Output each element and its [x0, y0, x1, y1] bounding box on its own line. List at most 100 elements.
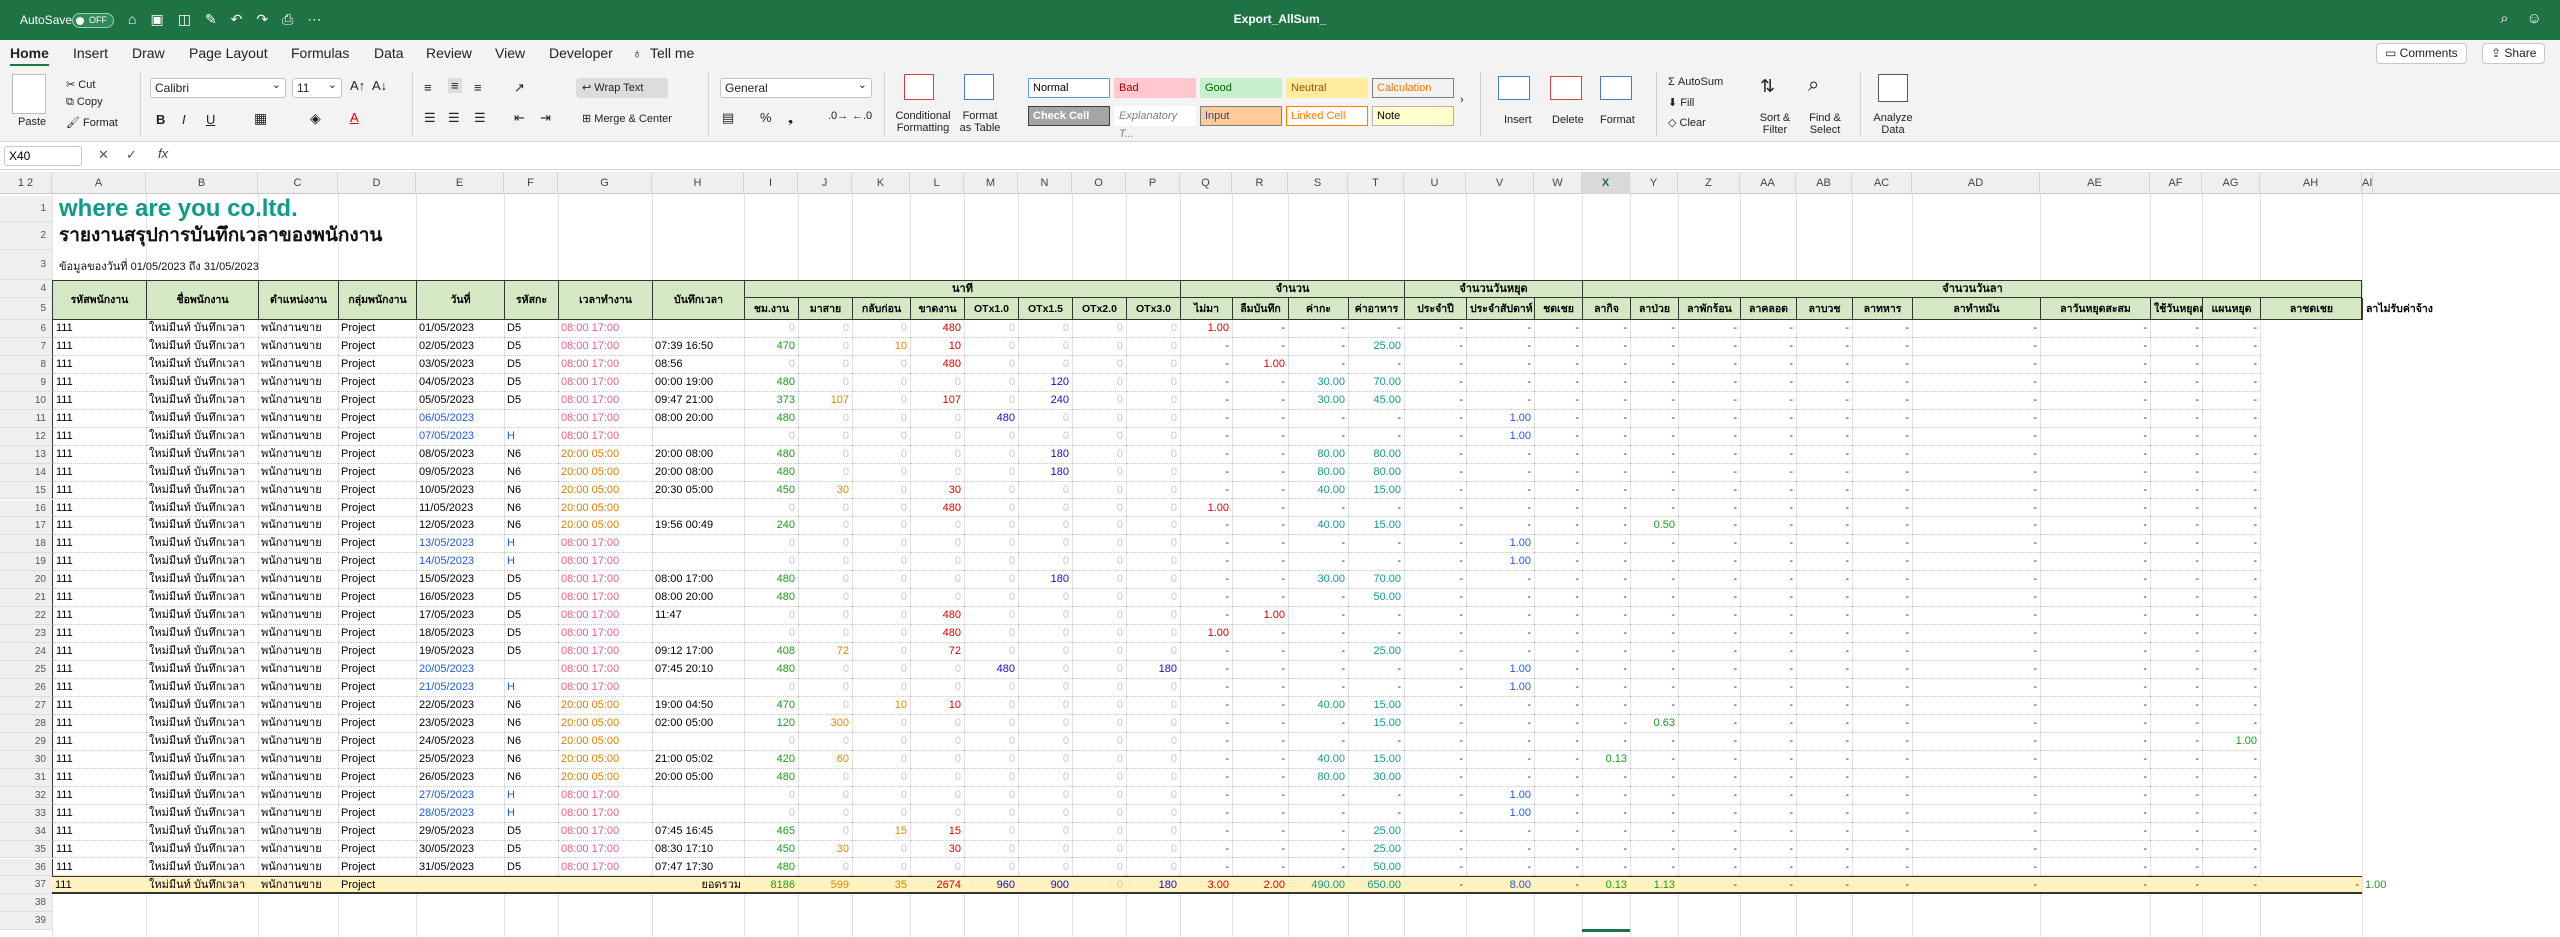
- tab-developer[interactable]: Developer: [549, 45, 613, 61]
- font-color-icon[interactable]: A: [350, 110, 359, 125]
- format-cells-button[interactable]: Format: [1600, 114, 1635, 126]
- column-header[interactable]: H: [652, 172, 744, 194]
- fill-color-icon[interactable]: ◈: [310, 110, 321, 127]
- paste-icon[interactable]: [12, 74, 46, 114]
- row-header[interactable]: 15: [0, 481, 52, 500]
- row-header[interactable]: 23: [0, 625, 52, 644]
- font-shrink-icon[interactable]: A↓: [372, 78, 387, 93]
- find-select-button[interactable]: Find & Select: [1802, 112, 1848, 136]
- formula-input[interactable]: [180, 145, 2550, 167]
- column-header[interactable]: W: [1534, 172, 1582, 194]
- row-header[interactable]: 4: [0, 280, 52, 298]
- column-header[interactable]: U: [1404, 172, 1466, 194]
- row-header[interactable]: 10: [0, 391, 52, 410]
- row-header[interactable]: 26: [0, 679, 52, 697]
- column-header[interactable]: Z: [1678, 172, 1740, 194]
- save-icon[interactable]: ▣: [150, 11, 163, 28]
- cancel-icon[interactable]: ✕: [98, 147, 109, 163]
- tab-draw[interactable]: Draw: [132, 45, 165, 61]
- cell-style-calculation[interactable]: Calculation: [1372, 78, 1454, 98]
- analyze-data-icon[interactable]: [1878, 74, 1908, 102]
- row-header[interactable]: 37: [0, 876, 52, 895]
- row-header[interactable]: 22: [0, 607, 52, 626]
- column-header[interactable]: C: [258, 172, 338, 194]
- cell-style-check-cell[interactable]: Check Cell: [1028, 106, 1110, 126]
- column-header[interactable]: Q: [1180, 172, 1232, 194]
- row-header[interactable]: 11: [0, 409, 52, 428]
- column-header[interactable]: D: [338, 172, 416, 194]
- font-size-select[interactable]: 11: [292, 76, 342, 98]
- column-header[interactable]: AD: [1912, 172, 2040, 194]
- column-header[interactable]: K: [852, 172, 910, 194]
- row-header[interactable]: 19: [0, 553, 52, 572]
- tab-review[interactable]: Review: [426, 45, 472, 61]
- row-header[interactable]: 12: [0, 427, 52, 446]
- tab-insert[interactable]: Insert: [73, 45, 108, 61]
- format-table-button[interactable]: Format as Table: [958, 110, 1002, 134]
- insert-cells-icon[interactable]: [1498, 76, 1530, 100]
- select-all-corner[interactable]: 1 2: [0, 172, 52, 194]
- column-header[interactable]: V: [1466, 172, 1534, 194]
- font-grow-icon[interactable]: A↑: [350, 78, 365, 93]
- column-header[interactable]: O: [1072, 172, 1126, 194]
- column-header[interactable]: AG: [2202, 172, 2260, 194]
- font-name-select[interactable]: Calibri: [150, 76, 286, 98]
- column-header[interactable]: Y: [1630, 172, 1678, 194]
- column-header[interactable]: B: [146, 172, 258, 194]
- row-header[interactable]: 14: [0, 463, 52, 482]
- analyze-data-button[interactable]: Analyze Data: [1868, 112, 1918, 136]
- italic-icon[interactable]: I: [182, 112, 186, 127]
- column-header[interactable]: AF: [2150, 172, 2202, 194]
- copy-button[interactable]: ⧉ Copy: [66, 96, 103, 109]
- underline-icon[interactable]: U: [206, 112, 215, 127]
- row-header[interactable]: 27: [0, 696, 52, 715]
- row-header[interactable]: 3: [0, 250, 52, 280]
- format-cells-icon[interactable]: [1600, 76, 1632, 100]
- autosave-toggle[interactable]: OFF: [72, 13, 114, 28]
- row-header[interactable]: 17: [0, 517, 52, 536]
- borders-icon[interactable]: ▦: [254, 110, 267, 127]
- conditional-formatting-button[interactable]: Conditional Formatting: [894, 110, 952, 134]
- row-header[interactable]: 6: [0, 320, 52, 338]
- merge-center-button[interactable]: ⊞ Merge & Center: [582, 112, 672, 125]
- styles-more-icon[interactable]: ›: [1460, 94, 1464, 106]
- cell-style-explanatory-t[interactable]: Explanatory T...: [1114, 106, 1196, 140]
- row-header[interactable]: 34: [0, 822, 52, 841]
- row-header[interactable]: 1: [0, 196, 52, 222]
- align-center-icon[interactable]: ☰: [448, 110, 460, 126]
- format-painter-button[interactable]: 🖌 Format: [66, 116, 118, 129]
- row-header[interactable]: 35: [0, 840, 52, 859]
- align-middle-icon[interactable]: ≡: [448, 78, 462, 93]
- column-header[interactable]: P: [1126, 172, 1180, 194]
- align-left-icon[interactable]: ☰: [424, 110, 436, 126]
- column-header[interactable]: AE: [2040, 172, 2150, 194]
- row-header[interactable]: 8: [0, 355, 52, 374]
- orientation-icon[interactable]: ↗: [514, 80, 525, 96]
- tab-formulas[interactable]: Formulas: [291, 45, 349, 61]
- clear-button[interactable]: ◇ Clear: [1668, 116, 1706, 129]
- redo-icon[interactable]: ↷: [256, 11, 268, 28]
- row-header[interactable]: 16: [0, 499, 52, 518]
- column-header[interactable]: E: [416, 172, 504, 194]
- cell-style-normal[interactable]: Normal: [1028, 78, 1110, 98]
- row-header[interactable]: 36: [0, 858, 52, 877]
- undo-icon[interactable]: ↶: [231, 11, 243, 28]
- delete-cells-icon[interactable]: [1550, 76, 1582, 100]
- row-header[interactable]: 2: [0, 222, 52, 250]
- column-header[interactable]: S: [1288, 172, 1348, 194]
- percent-icon[interactable]: %: [760, 110, 772, 125]
- enter-icon[interactable]: ✓: [126, 147, 137, 163]
- row-header[interactable]: 20: [0, 571, 52, 590]
- row-header[interactable]: 39: [0, 912, 52, 931]
- cell-style-bad[interactable]: Bad: [1114, 78, 1196, 98]
- column-header[interactable]: F: [504, 172, 558, 194]
- cut-button[interactable]: ✂ Cut: [66, 78, 95, 91]
- accounting-icon[interactable]: ▤: [722, 110, 734, 126]
- function-icon[interactable]: fx: [158, 146, 168, 161]
- row-header[interactable]: 28: [0, 714, 52, 733]
- find-select-icon[interactable]: ⌕: [1808, 74, 1819, 97]
- column-header[interactable]: AA: [1740, 172, 1796, 194]
- column-header[interactable]: J: [798, 172, 852, 194]
- print-icon[interactable]: ⎙: [282, 11, 293, 28]
- column-header[interactable]: I: [744, 172, 798, 194]
